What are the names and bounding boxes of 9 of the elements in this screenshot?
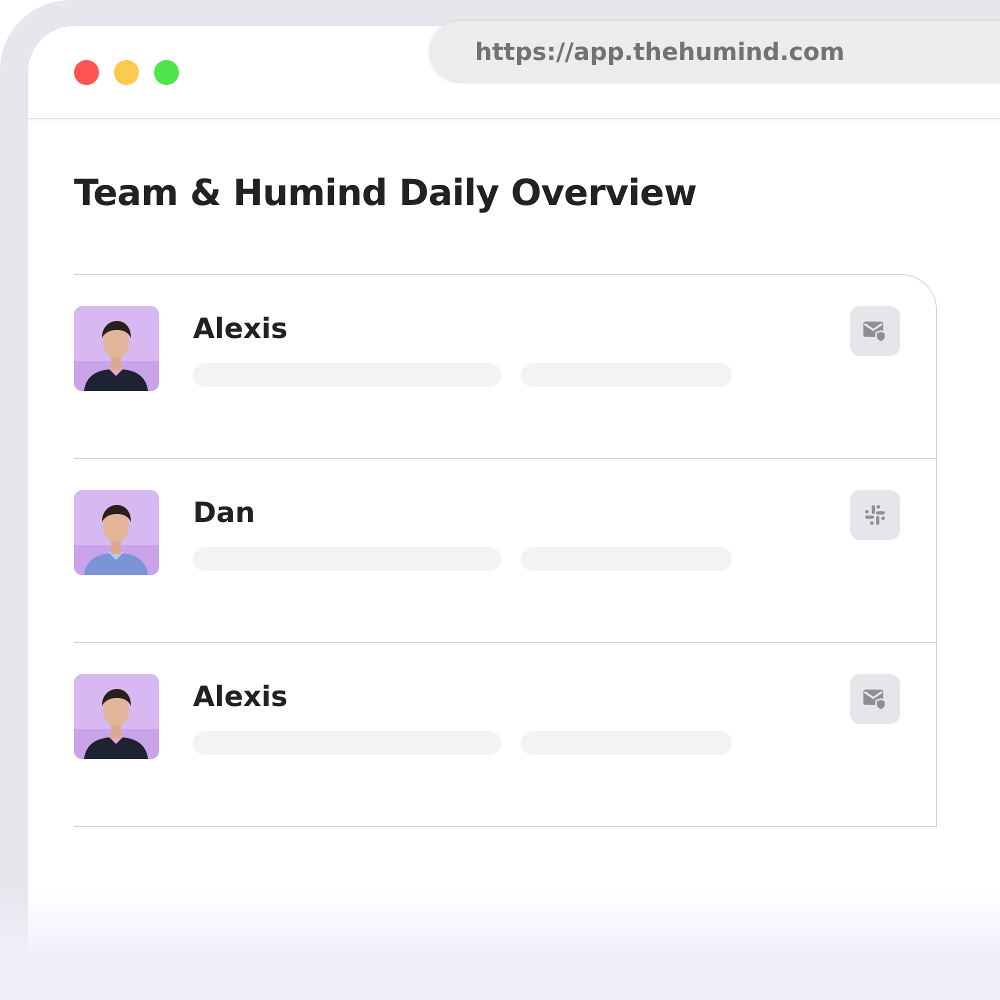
maximize-button[interactable] <box>154 60 179 84</box>
person-name: Alexis <box>193 680 289 713</box>
person-name: Dan <box>193 496 256 529</box>
address-bar[interactable]: https://app.thehumind.com <box>429 21 1000 83</box>
page-title: Team & Humind Daily Overview <box>74 173 698 214</box>
close-button[interactable] <box>74 60 99 84</box>
hash-grid-icon <box>862 502 888 528</box>
person-name: Alexis <box>193 312 289 345</box>
minimize-button[interactable] <box>114 60 139 84</box>
